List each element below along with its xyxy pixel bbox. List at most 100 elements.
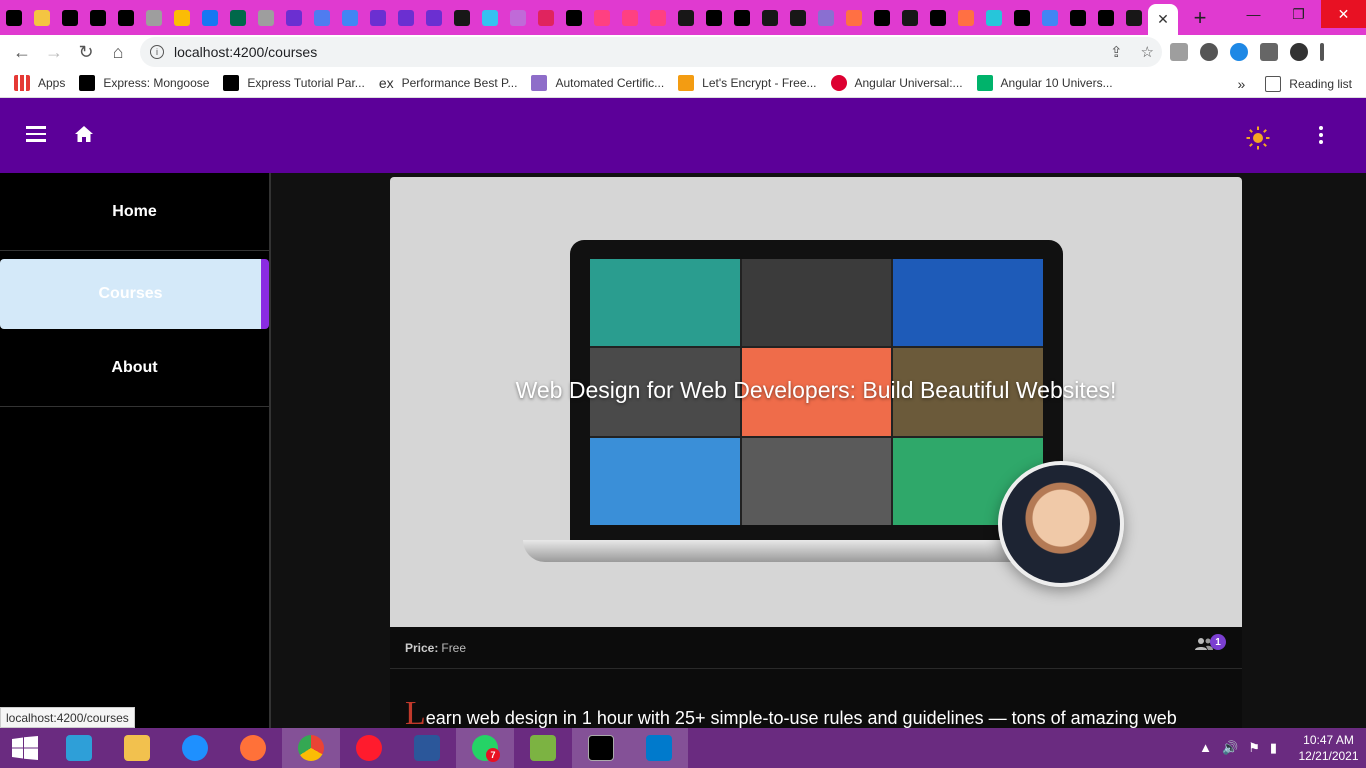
terminal-icon[interactable] — [572, 728, 630, 768]
tab-favicon-icon[interactable] — [700, 0, 728, 35]
tab-favicon-icon[interactable] — [140, 0, 168, 35]
tab-favicon-icon[interactable] — [448, 0, 476, 35]
reload-icon[interactable]: ↻ — [70, 36, 102, 68]
bookmark-performance[interactable]: ex Performance Best P... — [379, 75, 518, 91]
tab-favicon-icon[interactable] — [896, 0, 924, 35]
tab-favicon-icon[interactable] — [0, 0, 28, 35]
browser-tab-strip: ✕ + — ❐ ✕ — [0, 0, 1366, 35]
profile-avatar[interactable] — [1290, 43, 1308, 61]
status-bar-url: localhost:4200/courses — [0, 707, 135, 728]
tab-favicon-icon[interactable] — [504, 0, 532, 35]
course-title[interactable]: Web Design for Web Developers: Build Bea… — [390, 377, 1242, 404]
tab-favicon-icon[interactable] — [1092, 0, 1120, 35]
tab-favicon-icon[interactable] — [280, 0, 308, 35]
course-card[interactable]: Web Design for Web Developers: Build Bea… — [390, 177, 1242, 737]
extension-color-icon[interactable] — [1230, 43, 1248, 61]
tab-favicon-icon[interactable] — [1036, 0, 1064, 35]
chrome-icon[interactable] — [282, 728, 340, 768]
file-explorer-icon[interactable] — [108, 728, 166, 768]
tab-close-icon[interactable]: ✕ — [1157, 11, 1169, 28]
tab-favicon-icon[interactable] — [952, 0, 980, 35]
bookmarks-more-icon[interactable]: » — [1238, 76, 1246, 92]
address-url[interactable]: localhost:4200/courses — [174, 44, 317, 60]
bookmark-lets-encrypt[interactable]: Let's Encrypt - Free... — [678, 75, 817, 91]
new-tab-button[interactable]: + — [1182, 0, 1218, 35]
close-window-icon[interactable]: ✕ — [1321, 0, 1366, 28]
windows-start-icon[interactable] — [0, 728, 50, 768]
tab-favicon-icon[interactable] — [728, 0, 756, 35]
sidebar-item-about[interactable]: About — [0, 329, 269, 407]
tab-favicon-icon[interactable] — [392, 0, 420, 35]
tab-favicon-icon[interactable] — [672, 0, 700, 35]
sidebar-item-home[interactable]: Home — [0, 173, 269, 251]
extensions-puzzle-icon[interactable] — [1260, 43, 1278, 61]
tab-favicon-icon[interactable] — [756, 0, 784, 35]
vscode-icon[interactable] — [630, 728, 688, 768]
tab-favicon-icon[interactable] — [588, 0, 616, 35]
tab-favicon-icon[interactable] — [28, 0, 56, 35]
tab-favicon-icon[interactable] — [840, 0, 868, 35]
flag-icon[interactable]: ⚑ — [1248, 740, 1260, 756]
forward-icon[interactable]: → — [38, 36, 70, 68]
share-icon[interactable]: ⇪ — [1110, 43, 1123, 61]
tab-favicon-icon[interactable] — [784, 0, 812, 35]
bookmark-express-mongoose[interactable]: Express: Mongoose — [79, 75, 209, 91]
tab-favicon-icon[interactable] — [1064, 0, 1092, 35]
bookmark-apps[interactable]: Apps — [14, 75, 65, 91]
tab-favicon-icon[interactable] — [924, 0, 952, 35]
battery-icon[interactable]: ▮ — [1270, 740, 1277, 756]
home-icon[interactable] — [74, 125, 94, 143]
tab-favicon-icon[interactable] — [616, 0, 644, 35]
bookmark-angular-universal[interactable]: Angular Universal:... — [830, 75, 963, 91]
tray-expand-icon[interactable]: ▲ — [1199, 740, 1212, 756]
sidebar-item-courses[interactable]: Courses — [0, 259, 269, 329]
reading-list[interactable]: Reading list — [1265, 75, 1352, 92]
tab-favicon-icon[interactable] — [1120, 0, 1148, 35]
green-app-icon[interactable] — [514, 728, 572, 768]
active-tab[interactable]: ✕ — [1148, 4, 1178, 35]
bookmark-angular-10[interactable]: Angular 10 Univers... — [976, 75, 1113, 91]
home-browser-icon[interactable]: ⌂ — [102, 36, 134, 68]
tab-favicon-icon[interactable] — [476, 0, 504, 35]
tab-favicon-icon[interactable] — [84, 0, 112, 35]
tab-favicon-icon[interactable] — [168, 0, 196, 35]
extension-wordpress-icon[interactable] — [1200, 43, 1218, 61]
clock[interactable]: 10:47 AM 12/21/2021 — [1291, 732, 1366, 764]
tab-favicon-icon[interactable] — [252, 0, 280, 35]
menu-icon[interactable] — [26, 126, 46, 142]
tab-favicon-icon[interactable] — [644, 0, 672, 35]
calculator-icon[interactable] — [50, 728, 108, 768]
tab-favicon-icon[interactable] — [532, 0, 560, 35]
restore-icon[interactable]: ❐ — [1276, 0, 1321, 28]
tab-favicon-icon[interactable] — [364, 0, 392, 35]
word-icon[interactable] — [398, 728, 456, 768]
bookmark-express-tutorial[interactable]: Express Tutorial Par... — [223, 75, 365, 91]
extension-es-icon[interactable] — [1170, 43, 1188, 61]
tab-favicon-icon[interactable] — [112, 0, 140, 35]
tab-favicon-icon[interactable] — [1008, 0, 1036, 35]
tab-favicon-icon[interactable] — [196, 0, 224, 35]
tab-favicon-icon[interactable] — [560, 0, 588, 35]
whatsapp-icon[interactable]: 7 — [456, 728, 514, 768]
site-info-icon[interactable]: i — [150, 45, 164, 59]
volume-icon[interactable]: 🔊 — [1222, 740, 1238, 756]
bookmark-automated-cert[interactable]: Automated Certific... — [531, 75, 664, 91]
tab-favicon-icon[interactable] — [336, 0, 364, 35]
tab-favicon-icon[interactable] — [308, 0, 336, 35]
tab-favicon-icon[interactable] — [980, 0, 1008, 35]
internet-explorer-icon[interactable] — [166, 728, 224, 768]
browser-menu-icon[interactable] — [1320, 43, 1324, 61]
bookmark-star-icon[interactable]: ☆ — [1141, 43, 1154, 61]
firefox-icon[interactable] — [224, 728, 282, 768]
tab-favicon-icon[interactable] — [56, 0, 84, 35]
tab-favicon-icon[interactable] — [420, 0, 448, 35]
more-vert-icon[interactable] — [1316, 126, 1326, 147]
sun-icon[interactable] — [1246, 126, 1270, 150]
opera-icon[interactable] — [340, 728, 398, 768]
back-icon[interactable]: ← — [6, 36, 38, 68]
minimize-icon[interactable]: — — [1231, 0, 1276, 28]
tab-favicon-icon[interactable] — [868, 0, 896, 35]
tab-favicon-icon[interactable] — [224, 0, 252, 35]
tab-favicon-icon[interactable] — [812, 0, 840, 35]
address-bar[interactable]: i localhost:4200/courses ⇪ ☆ — [140, 37, 1162, 67]
